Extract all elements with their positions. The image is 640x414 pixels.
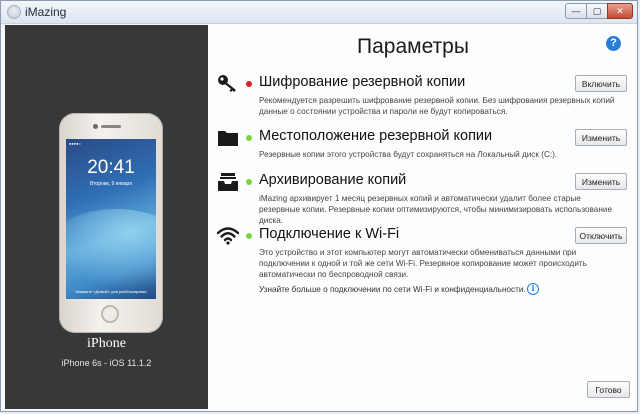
- device-model: iPhone 6s - iOS 11.1.2: [61, 358, 152, 368]
- folder-icon: [218, 131, 238, 146]
- section-title: Архивирование копий: [259, 172, 407, 188]
- enable-encryption-button[interactable]: Включить: [575, 75, 627, 92]
- done-button[interactable]: Готово: [587, 381, 630, 398]
- phone-speaker: [101, 125, 121, 128]
- wifi-privacy-link[interactable]: Узнайте больше о подключении по сети Wi-…: [259, 285, 526, 294]
- wifi-icon: [217, 227, 239, 245]
- section-description: Резервные копии этого устройства будут с…: [259, 150, 558, 159]
- imazing-logo-icon: [7, 5, 21, 19]
- device-name: iPhone: [87, 336, 126, 351]
- phone-lock-screen: ●●●●○ 20:41 Вторник, 9 января Нажмите «Д…: [66, 139, 156, 299]
- unlock-hint: Нажмите «Домой» для разблокировки: [75, 289, 147, 294]
- app-window: iMazing — ▢ ✕ ●●●●○ 20:41 Вторник, 9 янв…: [0, 0, 638, 412]
- section-title: Шифрование резервной копии: [259, 74, 466, 90]
- archive-tray-icon: [218, 173, 238, 191]
- window-title: iMazing: [25, 5, 67, 19]
- section-description: Это устройство и этот компьютер могут ав…: [259, 248, 587, 279]
- lock-screen-time: 20:41: [87, 157, 135, 178]
- status-dot-green: [246, 135, 252, 141]
- help-icon[interactable]: ?: [606, 36, 621, 51]
- iphone-image: ●●●●○ 20:41 Вторник, 9 января Нажмите «Д…: [59, 113, 163, 333]
- status-dot-red: [246, 81, 252, 87]
- section-title: Подключение к Wi-Fi: [259, 226, 400, 242]
- disable-wifi-button[interactable]: Отключить: [575, 227, 627, 244]
- section-description: Рекомендуется разрешить шифрование резер…: [259, 96, 615, 116]
- home-button-icon: [101, 305, 119, 323]
- phone-camera: [93, 124, 98, 129]
- change-location-button[interactable]: Изменить: [575, 129, 627, 146]
- page-title: Параметры: [357, 35, 469, 58]
- wallpaper-wave: [66, 209, 156, 289]
- close-button[interactable]: ✕: [607, 3, 633, 19]
- settings-panel: Параметры ? Шифрование резервной копии Р…: [208, 25, 637, 409]
- lock-screen-date: Вторник, 9 января: [90, 181, 132, 187]
- key-icon: [218, 75, 236, 92]
- section-title: Местоположение резервной копии: [259, 128, 493, 144]
- status-dot-green: [246, 179, 252, 185]
- info-icon[interactable]: i: [527, 283, 539, 295]
- maximize-button[interactable]: ▢: [586, 3, 608, 19]
- device-panel: ●●●●○ 20:41 Вторник, 9 января Нажмите «Д…: [5, 25, 208, 409]
- change-archiving-button[interactable]: Изменить: [575, 173, 627, 190]
- section-description: iMazing архивирует 1 месяц резервных коп…: [259, 194, 613, 225]
- minimize-button[interactable]: —: [565, 3, 587, 19]
- phone-status-bar: ●●●●○: [69, 141, 82, 146]
- title-bar: iMazing — ▢ ✕: [1, 1, 637, 24]
- status-dot-green: [246, 233, 252, 239]
